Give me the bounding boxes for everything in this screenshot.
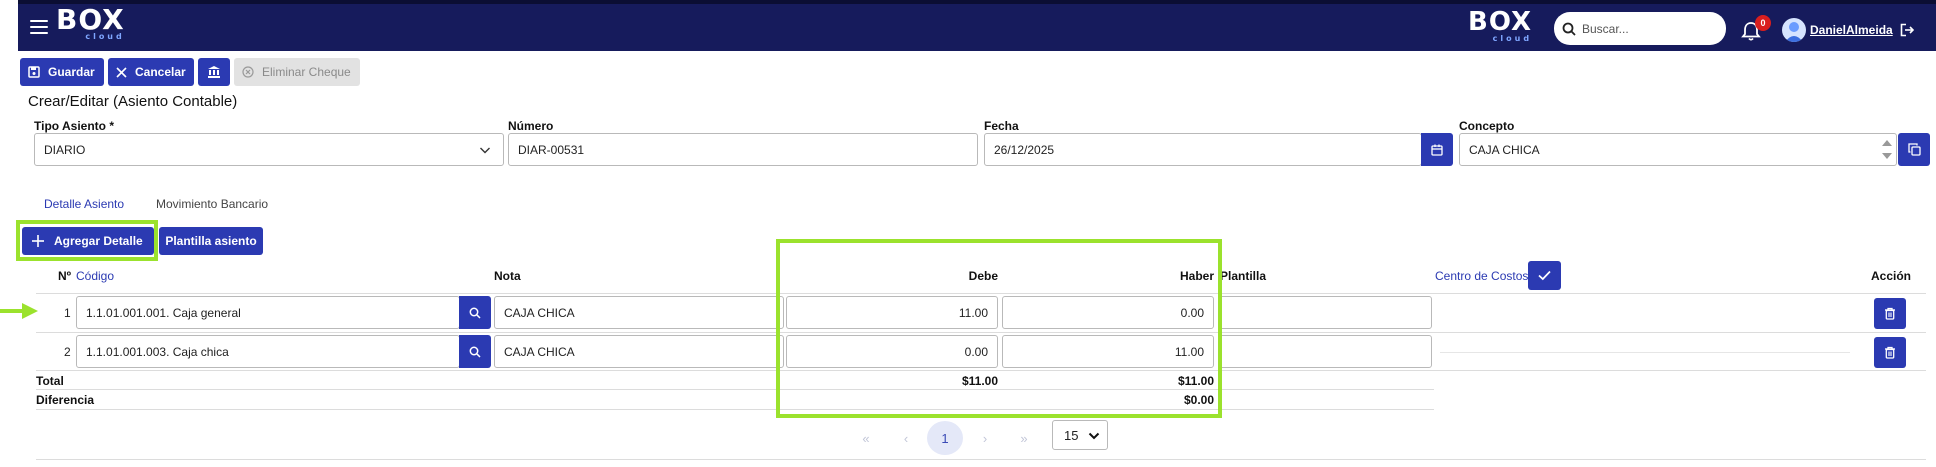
- page-1-button[interactable]: 1: [927, 421, 963, 455]
- template-button[interactable]: Plantilla asiento: [159, 227, 263, 255]
- tipo-asiento-select[interactable]: DIARIO: [34, 133, 504, 166]
- template-field[interactable]: [1218, 335, 1432, 368]
- fecha-value: 26/12/2025: [994, 142, 1055, 157]
- chevron-down-icon: [1088, 432, 1100, 440]
- delete-row-button[interactable]: [1874, 337, 1906, 368]
- save-button[interactable]: Guardar: [20, 58, 104, 86]
- trash-icon: [1885, 346, 1895, 359]
- top-navbar: BOX cloud BOX cloud 0 DanielAlmeida: [18, 0, 1936, 51]
- close-icon: [116, 66, 127, 78]
- arrow-right-icon: [0, 303, 38, 319]
- cost-center-line: [1440, 352, 1850, 353]
- bank-button[interactable]: [198, 58, 230, 86]
- code-search-button[interactable]: [459, 335, 491, 368]
- copy-icon: [1907, 143, 1921, 156]
- menu-icon[interactable]: [30, 20, 48, 34]
- col-header-code[interactable]: Código: [76, 269, 114, 283]
- col-header-num: Nº: [58, 269, 72, 283]
- total-label: Total: [36, 374, 64, 388]
- tipo-asiento-label: Tipo Asiento *: [34, 119, 115, 133]
- numero-label: Número: [508, 119, 554, 133]
- app-logo[interactable]: BOX cloud: [56, 6, 125, 42]
- fecha-field[interactable]: 26/12/2025: [984, 133, 1422, 166]
- last-page-button[interactable]: »: [1006, 421, 1042, 455]
- confirm-cost-center-button[interactable]: [1528, 261, 1561, 290]
- calendar-icon: [1431, 144, 1443, 156]
- user-menu[interactable]: DanielAlmeida: [1782, 18, 1893, 42]
- row-number: 1: [64, 306, 71, 320]
- cancel-button[interactable]: Cancelar: [108, 58, 194, 86]
- row-number: 2: [64, 345, 71, 359]
- page-title: Crear/Editar (Asiento Contable): [28, 93, 238, 110]
- save-icon: [28, 66, 40, 78]
- bank-icon: [208, 66, 220, 78]
- note-value: CAJA CHICA: [504, 344, 575, 359]
- note-field[interactable]: CAJA CHICA: [494, 296, 784, 329]
- scroll-arrows-icon[interactable]: [1880, 135, 1894, 164]
- highlight-box-add-detail: [16, 220, 158, 261]
- highlight-box-debit-credit: [776, 239, 1222, 418]
- first-page-button[interactable]: «: [848, 421, 884, 455]
- note-field[interactable]: CAJA CHICA: [494, 335, 784, 368]
- fecha-label: Fecha: [984, 119, 1019, 133]
- search-icon: [469, 307, 481, 319]
- difference-label: Diferencia: [36, 393, 95, 407]
- page-size-value: 15: [1064, 427, 1079, 443]
- search-icon: [469, 346, 481, 358]
- cancel-label: Cancelar: [135, 65, 186, 79]
- tab-movimiento-bancario[interactable]: Movimiento Bancario: [156, 197, 268, 211]
- concepto-label: Concepto: [1459, 119, 1515, 133]
- note-value: CAJA CHICA: [504, 305, 575, 320]
- copy-button[interactable]: [1898, 133, 1930, 166]
- code-value: 1.1.01.001.003. Caja chica: [86, 344, 229, 359]
- concepto-value: CAJA CHICA: [1469, 142, 1540, 157]
- col-header-action: Acción: [1871, 269, 1912, 283]
- totals-divider: [36, 389, 1434, 390]
- col-header-note: Nota: [494, 269, 521, 283]
- logout-icon[interactable]: [1900, 23, 1914, 37]
- template-label: Plantilla asiento: [165, 234, 257, 248]
- totals-divider: [36, 409, 1434, 410]
- avatar: [1782, 18, 1806, 42]
- footer-divider: [36, 459, 1926, 460]
- user-name[interactable]: DanielAlmeida: [1810, 23, 1893, 37]
- delete-check-button[interactable]: Eliminar Cheque: [234, 58, 360, 86]
- numero-field[interactable]: DIAR-00531: [508, 133, 978, 166]
- next-page-button[interactable]: ›: [967, 421, 1003, 455]
- chevron-down-icon: [480, 147, 490, 154]
- save-label: Guardar: [48, 65, 95, 79]
- col-header-template: Plantilla: [1220, 269, 1267, 283]
- code-value: 1.1.01.001.001. Caja general: [86, 305, 241, 320]
- search-box[interactable]: [1554, 12, 1726, 45]
- numero-value: DIAR-00531: [518, 142, 585, 157]
- search-icon: [1562, 22, 1576, 36]
- cancel-circle-icon: [242, 66, 254, 78]
- code-search-button[interactable]: [459, 296, 491, 329]
- company-logo-text: BOX: [1468, 7, 1533, 37]
- code-field[interactable]: 1.1.01.001.001. Caja general: [76, 296, 460, 329]
- delete-row-button[interactable]: [1874, 298, 1906, 329]
- check-icon: [1538, 270, 1551, 281]
- template-field[interactable]: [1218, 296, 1432, 329]
- concepto-field[interactable]: CAJA CHICA: [1459, 133, 1897, 166]
- notification-badge: 0: [1755, 15, 1771, 31]
- prev-page-button[interactable]: ‹: [888, 421, 924, 455]
- delete-check-label: Eliminar Cheque: [262, 65, 351, 79]
- page-size-select[interactable]: 15: [1052, 420, 1108, 450]
- calendar-button[interactable]: [1421, 133, 1453, 166]
- tipo-asiento-value: DIARIO: [44, 142, 86, 157]
- col-header-cost-center[interactable]: Centro de Costos: [1435, 269, 1528, 283]
- code-field[interactable]: 1.1.01.001.003. Caja chica: [76, 335, 460, 368]
- trash-icon: [1885, 307, 1895, 320]
- search-input[interactable]: [1582, 21, 1702, 36]
- tab-detalle-asiento[interactable]: Detalle Asiento: [44, 197, 124, 211]
- company-logo: BOX cloud: [1468, 8, 1532, 43]
